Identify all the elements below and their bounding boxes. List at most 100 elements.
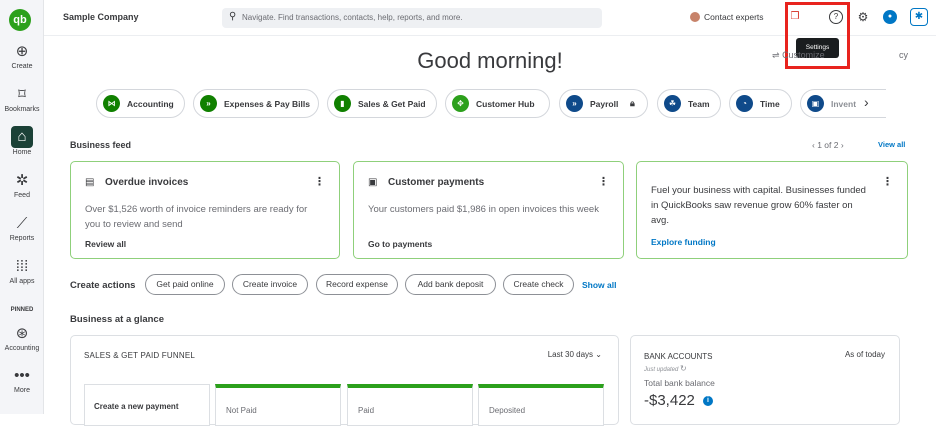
account-avatar-icon[interactable]: ●: [883, 10, 897, 24]
pill-expenses[interactable]: » Expenses & Pay Bills: [193, 89, 319, 118]
pill-customer-hub[interactable]: ✥ Customer Hub: [445, 89, 550, 118]
reports-chart-icon: ⟋: [16, 215, 28, 232]
chevron-down-icon: ⌄: [595, 350, 602, 359]
card-body: Fuel your business with capital. Busines…: [651, 185, 866, 226]
gear-icon[interactable]: ⚙: [856, 10, 870, 24]
rail-label: Accounting: [4, 345, 40, 352]
info-icon[interactable]: i: [703, 396, 713, 406]
feed-sparkle-icon: ✲: [15, 172, 29, 189]
rail-label: Feed: [14, 192, 30, 199]
card-title: Customer payments: [388, 177, 485, 188]
card-body: Over $1,526 worth of invoice reminders a…: [85, 204, 308, 230]
assistant-icon[interactable]: ✱: [910, 8, 928, 26]
pill-team[interactable]: ☘ Team: [657, 89, 721, 118]
search-input[interactable]: ⚲ Navigate. Find transactions, contacts,…: [222, 8, 602, 28]
search-icon: ⚲: [229, 11, 237, 22]
payment-icon: ▣: [368, 177, 378, 188]
rail-home[interactable]: ⌂ Home: [0, 126, 44, 156]
pill-label: Time: [760, 99, 780, 109]
quickbooks-logo[interactable]: qb: [9, 9, 31, 31]
business-feed-title: Business feed: [70, 140, 132, 150]
chip-get-paid-online[interactable]: Get paid online: [145, 274, 225, 295]
customize-tail-text: cy: [899, 50, 908, 60]
funnel-col-create[interactable]: Create a new payment: [84, 384, 210, 426]
customize-label: Customize: [782, 50, 825, 60]
rail-all-apps[interactable]: ⁞⁞⁞ All apps: [0, 257, 44, 285]
pill-label: Payroll: [590, 99, 619, 109]
pinned-heading: PINNED: [10, 307, 34, 313]
bank-title: BANK ACCOUNTS: [644, 352, 713, 361]
rail-create[interactable]: ⊕ Create: [0, 42, 44, 70]
pill-label: Sales & Get Paid: [358, 99, 426, 109]
home-icon: ⌂: [11, 126, 33, 148]
search-placeholder: Navigate. Find transactions, contacts, h…: [242, 13, 463, 22]
lock-icon: 🔒︎: [630, 98, 635, 108]
view-all-link[interactable]: View all: [878, 140, 905, 149]
accounting-icon: ⊛: [15, 325, 29, 342]
chevron-right-icon[interactable]: ›: [841, 140, 844, 150]
rail-bookmarks[interactable]: ⌑ Bookmarks: [0, 85, 44, 113]
funnel-title: SALES & GET PAID FUNNEL: [84, 351, 196, 360]
more-vertical-icon[interactable]: ⋮: [314, 175, 325, 188]
customize-button[interactable]: ⇌ Customize: [772, 50, 825, 61]
go-to-payments-link[interactable]: Go to payments: [368, 239, 432, 249]
chevron-left-icon[interactable]: ‹: [812, 140, 815, 150]
sliders-icon: ⇌: [772, 50, 780, 60]
chip-record-expense[interactable]: Record expense: [316, 274, 398, 295]
grid-icon: ⁞⁞⁞: [15, 258, 29, 275]
pill-payroll[interactable]: » Payroll 🔒︎: [559, 89, 648, 118]
overdue-invoices-card[interactable]: ▤ Overdue invoices ⋮ Over $1,526 worth o…: [70, 161, 340, 259]
chip-create-check[interactable]: Create check: [503, 274, 574, 295]
bank-balance-value: -$3,422: [644, 392, 695, 409]
sales-chart-icon: ▮: [334, 95, 351, 112]
refresh-icon[interactable]: ↻: [680, 364, 687, 373]
show-all-link[interactable]: Show all: [582, 280, 616, 290]
chip-add-bank-deposit[interactable]: Add bank deposit: [405, 274, 496, 295]
left-nav-rail: qb ⊕ Create ⌑ Bookmarks ⌂ Home ✲ Feed ⟋ …: [0, 0, 44, 414]
more-vertical-icon[interactable]: ⋮: [882, 175, 893, 188]
pager-text: 1 of 2: [817, 140, 839, 150]
accounting-icon: ⋈: [103, 95, 120, 112]
feed-pager[interactable]: ‹ 1 of 2 ›: [812, 140, 844, 150]
updated-label: Just updated: [644, 367, 679, 373]
bank-updated: Just updated ↻: [644, 364, 687, 373]
team-icon: ☘: [664, 95, 681, 112]
more-dots-icon: •••: [14, 367, 30, 384]
contact-experts-button[interactable]: Contact experts: [690, 12, 764, 22]
rail-accounting[interactable]: ⊛ Accounting: [0, 324, 44, 352]
pill-accounting[interactable]: ⋈ Accounting: [96, 89, 185, 118]
funding-card[interactable]: ⋮ Fuel your business with capital. Busin…: [636, 161, 908, 259]
pill-label: Accounting: [127, 99, 174, 109]
create-actions-title: Create actions: [70, 280, 136, 291]
rail-more[interactable]: ••• More: [0, 366, 44, 394]
pill-time[interactable]: ◔ Time: [729, 89, 792, 118]
home-main: Good morning! ⇌ Customize cy ⋈ Accountin…: [44, 36, 936, 426]
rail-label: All apps: [9, 278, 35, 285]
rail-label: Home: [12, 149, 32, 156]
rail-reports[interactable]: ⟋ Reports: [0, 214, 44, 242]
range-dropdown[interactable]: Last 30 days ⌄: [548, 350, 602, 359]
plus-circle-icon: ⊕: [15, 43, 29, 60]
funnel-col-deposited[interactable]: Deposited: [478, 384, 604, 426]
expenses-icon: »: [200, 95, 217, 112]
chip-create-invoice[interactable]: Create invoice: [232, 274, 308, 295]
funnel-col-paid[interactable]: Paid: [347, 384, 473, 426]
bookmark-icon: ⌑: [18, 86, 26, 103]
expert-avatar: [690, 12, 700, 22]
rail-feed[interactable]: ✲ Feed: [0, 171, 44, 199]
glance-title: Business at a glance: [70, 314, 164, 325]
chevron-right-icon[interactable]: ›: [864, 94, 869, 110]
funnel-col-not-paid[interactable]: Not Paid: [215, 384, 341, 426]
pill-label: Customer Hub: [476, 99, 535, 109]
bank-balance-label: Total bank balance: [644, 378, 715, 388]
customer-payments-card[interactable]: ▣ Customer payments ⋮ Your customers pai…: [353, 161, 624, 259]
explore-funding-link[interactable]: Explore funding: [651, 237, 716, 247]
rail-label: Reports: [9, 235, 35, 242]
pill-inventory[interactable]: ▣ Invent: [800, 89, 886, 118]
company-name[interactable]: Sample Company: [63, 12, 139, 22]
rail-label: More: [14, 387, 30, 394]
contact-experts-label: Contact experts: [704, 12, 764, 22]
more-vertical-icon[interactable]: ⋮: [598, 175, 609, 188]
review-all-link[interactable]: Review all: [85, 239, 126, 249]
pill-sales[interactable]: ▮ Sales & Get Paid: [327, 89, 437, 118]
